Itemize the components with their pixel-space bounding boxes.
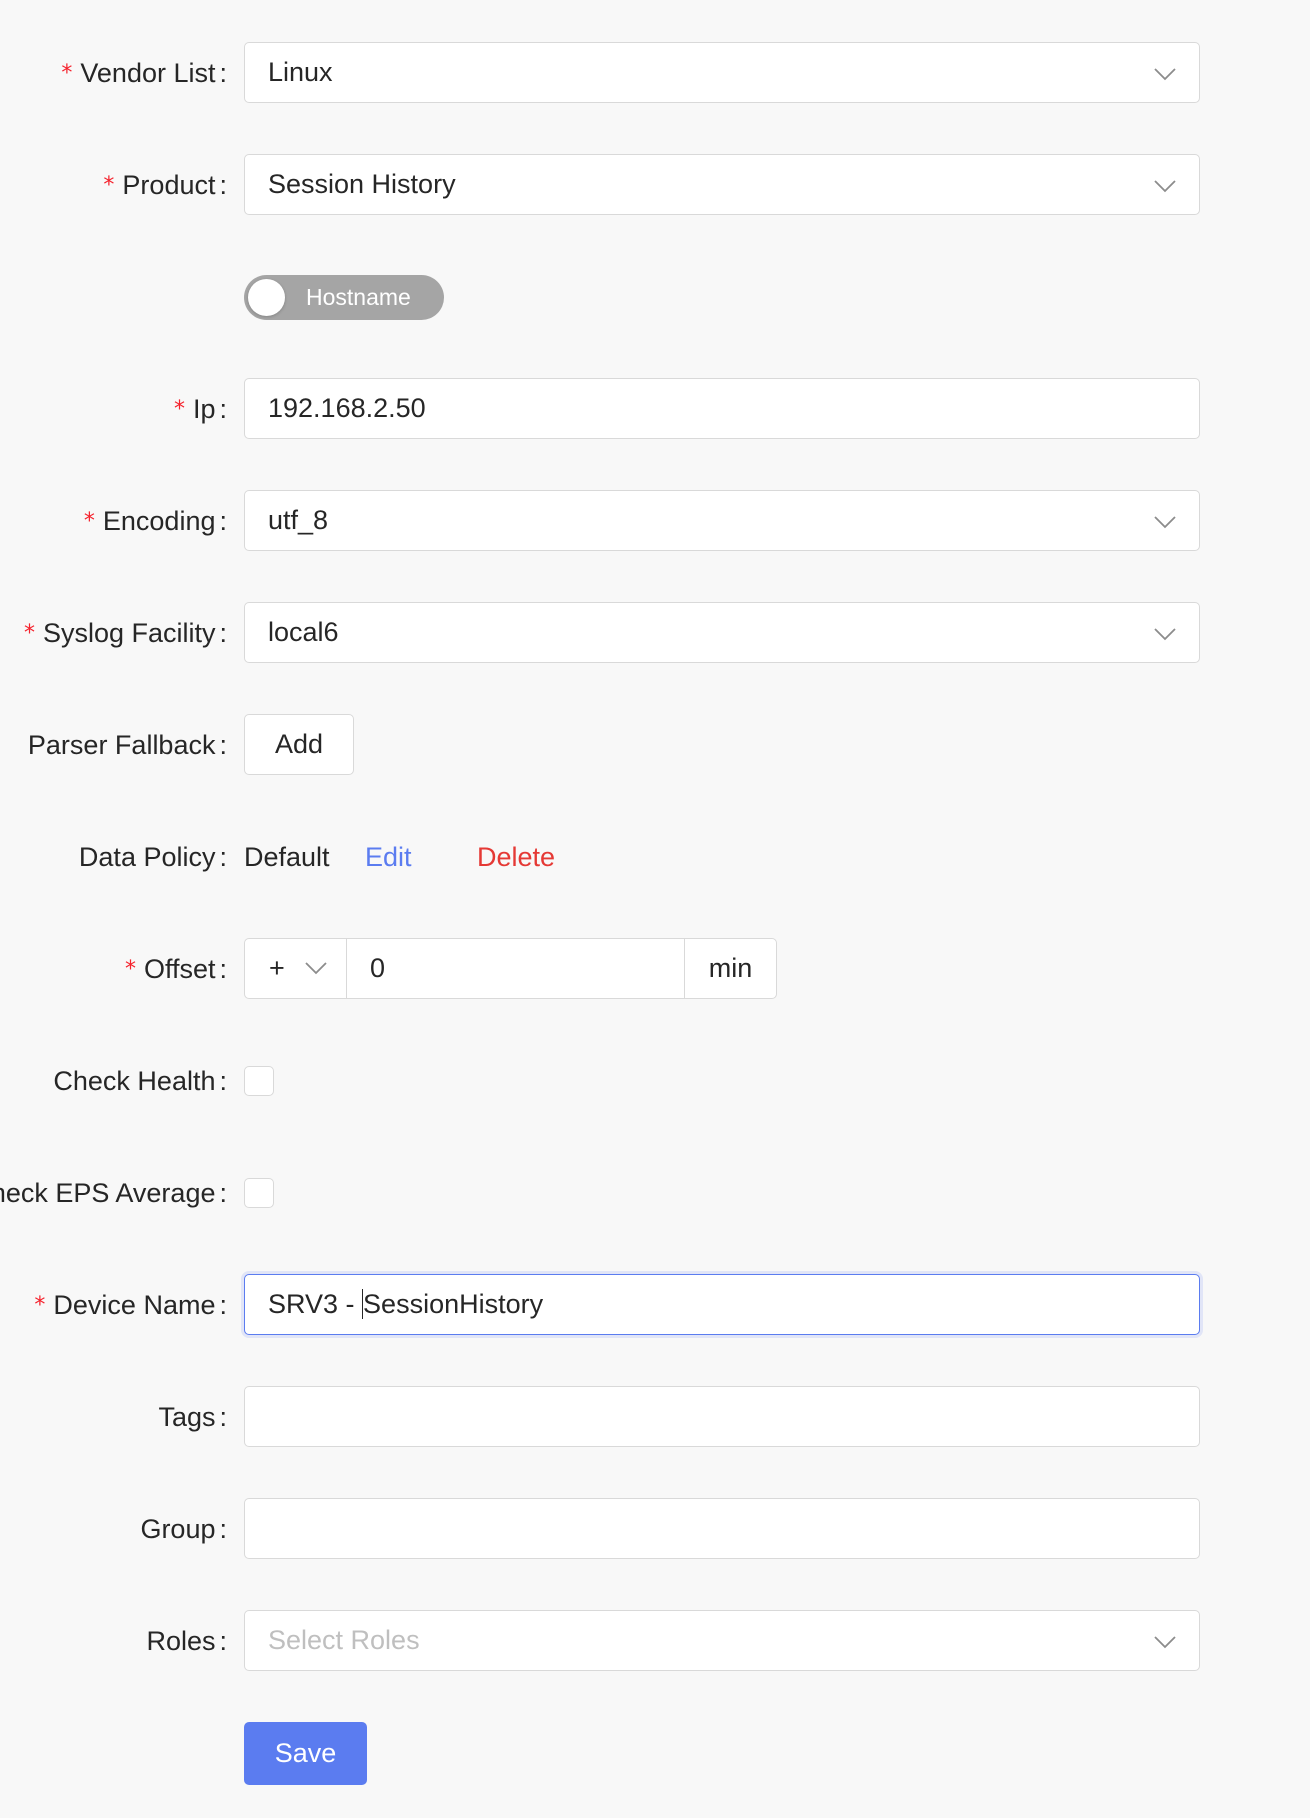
group-input[interactable] (244, 1498, 1200, 1559)
offset-input[interactable]: 0 (347, 939, 684, 998)
offset-label: * Offset: (124, 954, 227, 984)
device-name-value-after-cursor: SessionHistory (363, 1289, 544, 1319)
offset-sign-value: + (269, 953, 285, 983)
ip-input[interactable]: 192.168.2.50 (244, 378, 1200, 439)
vendor-list-select[interactable]: Linux (244, 42, 1200, 103)
parser-fallback-label: Parser Fallback: (27, 730, 227, 760)
form-row-check-health: Check Health: (0, 1050, 1310, 1113)
check-health-label: Check Health: (53, 1066, 227, 1096)
form-row-save: Save (0, 1722, 1310, 1785)
data-policy-delete-link[interactable]: Delete (477, 826, 555, 889)
product-label: * Product: (103, 170, 227, 200)
form-row-hostname-toggle: Hostname (0, 275, 1310, 338)
form-row-syslog-facility: * Syslog Facility: local6 (0, 602, 1310, 665)
data-policy-value: Default (244, 842, 330, 872)
offset-input-group: + 0 min (244, 938, 777, 999)
ip-label: * Ip: (173, 394, 227, 424)
form-row-data-policy: Data Policy: Default Edit Delete (0, 826, 1310, 889)
form-row-tags: Tags: (0, 1386, 1310, 1449)
toggle-knob (248, 279, 285, 316)
form-row-check-eps-average: heck EPS Average: (0, 1162, 1310, 1225)
data-policy-label: Data Policy: (78, 842, 227, 872)
syslog-facility-select[interactable]: local6 (244, 602, 1200, 663)
chevron-down-icon (1153, 174, 1177, 198)
hostname-toggle-label: Hostname (306, 284, 411, 310)
form-row-ip: * Ip: 192.168.2.50 (0, 378, 1310, 441)
device-name-input[interactable]: SRV3 - SessionHistory (244, 1274, 1200, 1335)
data-policy-edit-link[interactable]: Edit (365, 826, 412, 889)
save-button[interactable]: Save (244, 1722, 367, 1785)
encoding-select[interactable]: utf_8 (244, 490, 1200, 551)
offset-value: 0 (370, 953, 386, 983)
form-row-encoding: * Encoding: utf_8 (0, 490, 1310, 553)
form-row-offset: * Offset: + 0 min (0, 938, 1310, 1001)
form-row-parser-fallback: Parser Fallback: Add (0, 714, 1310, 777)
required-marker: * (34, 1293, 46, 1318)
check-health-checkbox[interactable] (244, 1066, 274, 1096)
ip-value: 192.168.2.50 (268, 393, 426, 423)
offset-sign-select[interactable]: + (245, 939, 347, 998)
required-marker: * (124, 957, 136, 982)
form-row-vendor-list: * Vendor List: Linux (0, 42, 1310, 105)
product-select[interactable]: Session History (244, 154, 1200, 215)
roles-placeholder: Select Roles (268, 1625, 420, 1655)
chevron-down-icon (1153, 62, 1177, 86)
required-marker: * (83, 509, 95, 534)
product-value: Session History (268, 169, 456, 199)
device-name-label: * Device Name: (34, 1290, 227, 1320)
roles-label: Roles: (146, 1626, 227, 1656)
syslog-facility-value: local6 (268, 617, 339, 647)
required-marker: * (103, 173, 115, 198)
vendor-list-value: Linux (268, 57, 333, 87)
chevron-down-icon (1153, 1630, 1177, 1654)
vendor-list-label: * Vendor List: (61, 58, 227, 88)
form-row-device-name: * Device Name: SRV3 - SessionHistory (0, 1274, 1310, 1337)
required-marker: * (173, 397, 185, 422)
chevron-down-icon (1153, 510, 1177, 534)
check-eps-average-checkbox[interactable] (244, 1178, 274, 1208)
form-row-roles: Roles: Select Roles (0, 1610, 1310, 1673)
encoding-label: * Encoding: (83, 506, 227, 536)
required-marker: * (23, 621, 35, 646)
add-parser-fallback-button[interactable]: Add (244, 714, 355, 775)
chevron-down-icon (304, 956, 328, 980)
form-row-product: * Product: Session History (0, 154, 1310, 217)
syslog-facility-label: * Syslog Facility: (23, 618, 227, 648)
form-row-group: Group: (0, 1498, 1310, 1561)
group-label: Group: (140, 1514, 227, 1544)
check-eps-average-label: heck EPS Average: (0, 1178, 227, 1208)
offset-unit-addon: min (684, 939, 776, 998)
roles-select[interactable]: Select Roles (244, 1610, 1200, 1671)
chevron-down-icon (1153, 622, 1177, 646)
device-name-value-before-cursor: SRV3 - (268, 1289, 363, 1319)
tags-label: Tags: (158, 1402, 227, 1432)
encoding-value: utf_8 (268, 505, 329, 535)
required-marker: * (61, 61, 73, 86)
tags-input[interactable] (244, 1386, 1200, 1447)
hostname-toggle[interactable]: Hostname (244, 275, 444, 320)
